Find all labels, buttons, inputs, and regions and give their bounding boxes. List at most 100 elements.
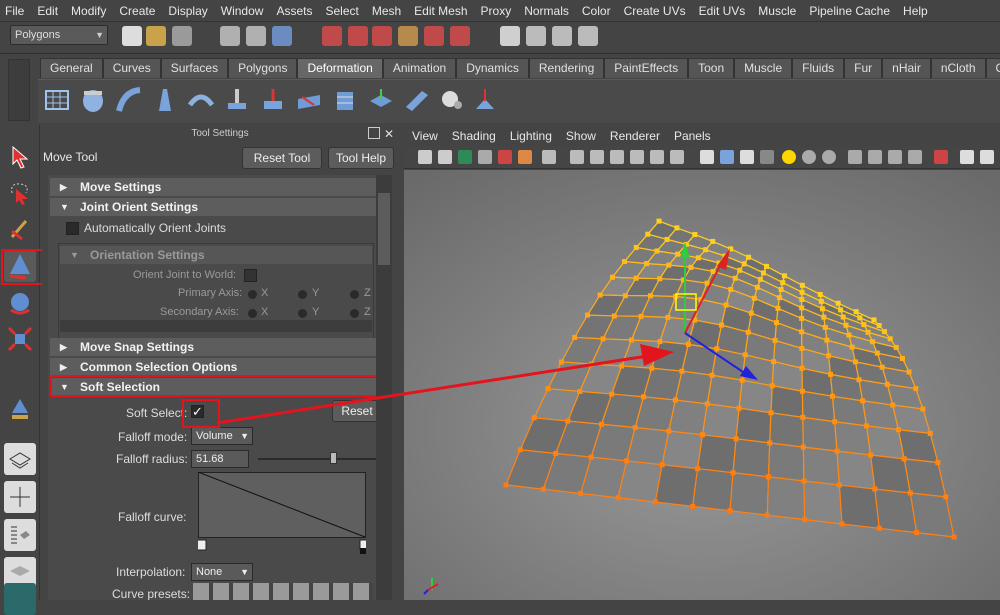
shelf-tab-nhair[interactable]: nHair xyxy=(882,58,931,78)
snap-plane-icon[interactable] xyxy=(398,26,418,46)
menu-set-select[interactable]: Polygons ▼ xyxy=(10,25,108,45)
show-manipulator-icon[interactable] xyxy=(4,393,36,425)
squash-icon[interactable] xyxy=(294,85,324,115)
menu-modify[interactable]: Modify xyxy=(71,4,106,18)
bookmark-icon[interactable] xyxy=(458,150,472,164)
depth-of-field-icon[interactable] xyxy=(980,150,994,164)
curve-presets-buttons[interactable] xyxy=(193,583,373,600)
save-scene-icon[interactable] xyxy=(172,26,192,46)
menu-pipeline-cache[interactable]: Pipeline Cache xyxy=(809,4,890,18)
menu-normals[interactable]: Normals xyxy=(524,4,569,18)
select-tool-icon[interactable] xyxy=(4,141,36,173)
menu-edit-mesh[interactable]: Edit Mesh xyxy=(414,4,467,18)
select-component-icon[interactable] xyxy=(272,26,292,46)
menu-proxy[interactable]: Proxy xyxy=(481,4,512,18)
render-view-icon[interactable] xyxy=(500,26,520,46)
bend-icon[interactable] xyxy=(114,85,144,115)
viewport-menu-lighting[interactable]: Lighting xyxy=(510,129,552,143)
resolution-gate-icon[interactable] xyxy=(590,150,604,164)
interpolation-select[interactable]: None ▼ xyxy=(191,563,253,581)
flare-icon[interactable] xyxy=(150,85,180,115)
viewport-menu-view[interactable]: View xyxy=(412,129,438,143)
primary-y-radio[interactable] xyxy=(298,290,307,299)
render-settings-icon[interactable] xyxy=(578,26,598,46)
film-gate-icon[interactable] xyxy=(570,150,584,164)
move-snap-frame[interactable]: ▶ Move Snap Settings xyxy=(50,338,376,356)
viewport-menu-shading[interactable]: Shading xyxy=(452,129,496,143)
scale-tool-icon[interactable] xyxy=(4,323,36,355)
menu-display[interactable]: Display xyxy=(168,4,207,18)
menu-edit[interactable]: Edit xyxy=(37,4,58,18)
move-settings-frame[interactable]: ▶ Move Settings xyxy=(50,178,376,196)
viewport-menu-show[interactable]: Show xyxy=(566,129,596,143)
ipr-render-icon[interactable] xyxy=(552,26,572,46)
wireframe-icon[interactable] xyxy=(700,150,714,164)
blend-shape-icon[interactable] xyxy=(436,85,466,115)
textured-icon[interactable] xyxy=(760,150,774,164)
primary-z-radio[interactable] xyxy=(350,290,359,299)
shelf-tab-polygons[interactable]: Polygons xyxy=(228,58,298,78)
auto-orient-checkbox[interactable] xyxy=(66,222,79,235)
new-scene-icon[interactable] xyxy=(122,26,142,46)
common-selection-frame[interactable]: ▶ Common Selection Options xyxy=(50,358,376,376)
menu-create[interactable]: Create xyxy=(119,4,155,18)
make-live-icon[interactable] xyxy=(424,26,444,46)
lattice-icon[interactable] xyxy=(42,85,72,115)
grid-icon[interactable] xyxy=(542,150,556,164)
shelf-tab-deformation[interactable]: Deformation xyxy=(297,58,383,78)
shelf-tab-animation[interactable]: Animation xyxy=(382,58,457,78)
menu-help[interactable]: Help xyxy=(903,4,928,18)
scrollbar-thumb[interactable] xyxy=(378,193,390,265)
select-object-icon[interactable] xyxy=(246,26,266,46)
falloff-radius-slider-handle[interactable] xyxy=(330,452,337,464)
secondary-y-radio[interactable] xyxy=(298,309,307,318)
all-lights-icon[interactable] xyxy=(802,150,816,164)
menu-assets[interactable]: Assets xyxy=(276,4,312,18)
shelf-tab-muscle[interactable]: Muscle xyxy=(734,58,793,78)
xray-joints-icon[interactable] xyxy=(888,150,902,164)
shelf-tab-dynamics[interactable]: Dynamics xyxy=(456,58,529,78)
isolate-select-icon[interactable] xyxy=(934,150,948,164)
menu-color[interactable]: Color xyxy=(582,4,611,18)
twist-icon[interactable] xyxy=(222,85,252,115)
falloff-curve-graph[interactable] xyxy=(198,472,366,554)
camera-attributes-icon[interactable] xyxy=(438,150,452,164)
snap-point-icon[interactable] xyxy=(372,26,392,46)
orientation-settings-frame[interactable]: ▼ Orientation Settings xyxy=(60,246,372,264)
grease-pencil-icon[interactable] xyxy=(518,150,532,164)
single-perspective-layout-icon[interactable] xyxy=(4,443,36,475)
backface-culling-icon[interactable] xyxy=(908,150,922,164)
snap-curve-icon[interactable] xyxy=(348,26,368,46)
secondary-x-radio[interactable] xyxy=(248,309,257,318)
shelf-tab-painteffects[interactable]: PaintEffects xyxy=(604,58,689,78)
jiggle-icon[interactable] xyxy=(470,85,500,115)
smooth-shade-icon[interactable] xyxy=(720,150,734,164)
horizontal-scrollbar[interactable] xyxy=(60,320,372,332)
primary-x-radio[interactable] xyxy=(248,290,257,299)
hypershade-layout-icon[interactable] xyxy=(4,583,36,615)
shelf-tab-ncloth[interactable]: nCloth xyxy=(930,58,986,78)
menu-edit-uvs[interactable]: Edit UVs xyxy=(699,4,746,18)
magnet-icon[interactable] xyxy=(450,26,470,46)
menu-select[interactable]: Select xyxy=(325,4,358,18)
sine-icon[interactable] xyxy=(186,85,216,115)
wire-icon[interactable] xyxy=(330,85,360,115)
shadows-icon[interactable] xyxy=(822,150,836,164)
xray-icon[interactable] xyxy=(868,150,882,164)
outliner-layout-icon[interactable] xyxy=(4,519,36,551)
shelf-menu-handle[interactable] xyxy=(8,59,30,121)
ambient-occlusion-icon[interactable] xyxy=(960,150,974,164)
tool-help-button[interactable]: Tool Help xyxy=(328,147,394,169)
menu-mesh[interactable]: Mesh xyxy=(372,4,401,18)
wireframe-on-shaded-icon[interactable] xyxy=(740,150,754,164)
two-d-pan-zoom-icon[interactable] xyxy=(498,150,512,164)
menu-window[interactable]: Window xyxy=(221,4,264,18)
use-default-lighting-icon[interactable] xyxy=(782,150,796,164)
orient-world-checkbox[interactable] xyxy=(244,269,257,282)
falloff-mode-select[interactable]: Volume ▼ xyxy=(191,427,253,445)
close-panel-icon[interactable]: ✕ xyxy=(384,125,394,143)
cluster-icon[interactable] xyxy=(78,85,108,115)
tool-settings-scrollbar[interactable] xyxy=(376,175,392,600)
field-chart-icon[interactable] xyxy=(630,150,644,164)
wrap-icon[interactable] xyxy=(366,85,396,115)
